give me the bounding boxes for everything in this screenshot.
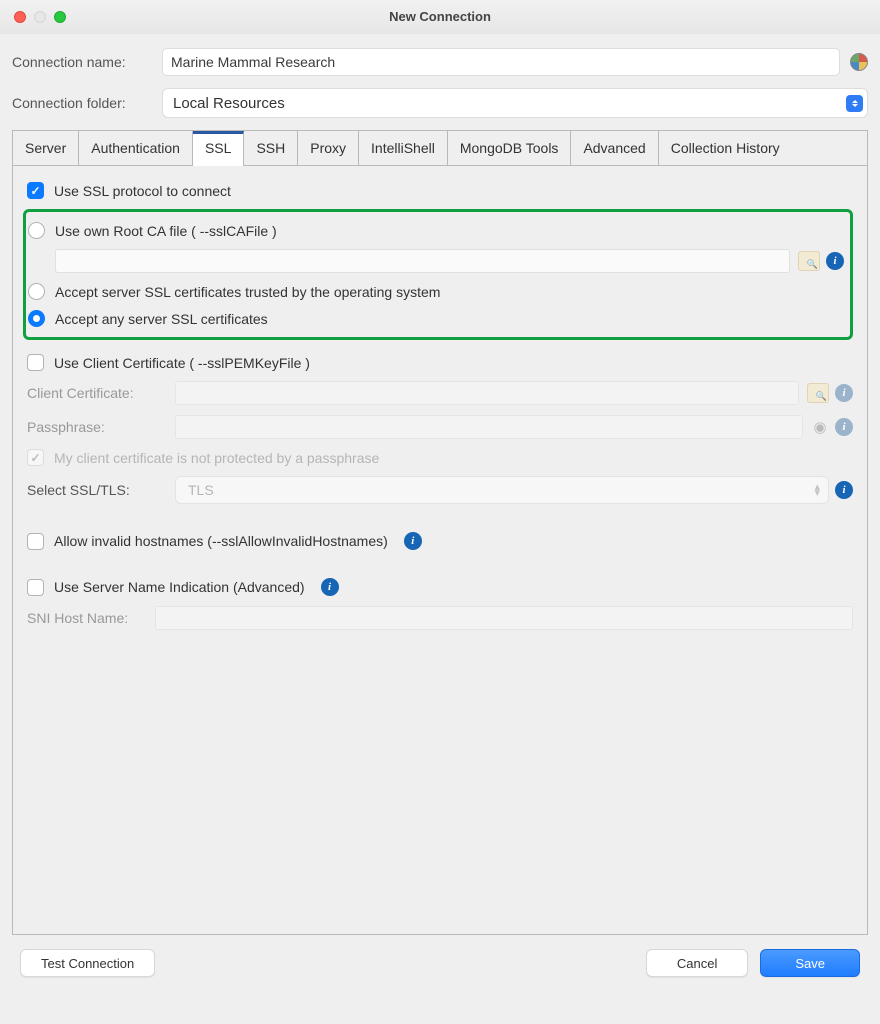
cancel-button[interactable]: Cancel — [646, 949, 748, 977]
save-button[interactable]: Save — [760, 949, 860, 977]
ca-file-input[interactable] — [55, 249, 790, 273]
connection-folder-value: Local Resources — [173, 95, 285, 112]
use-sni-label: Use Server Name Indication (Advanced) — [54, 579, 305, 595]
tab-ssl[interactable]: SSL — [193, 131, 244, 165]
tls-select-value: TLS — [188, 482, 214, 498]
no-passphrase-label: My client certificate is not protected b… — [54, 450, 379, 466]
connection-folder-select[interactable]: Local Resources — [162, 88, 868, 118]
zoom-window-icon[interactable] — [54, 11, 66, 23]
tab-server[interactable]: Server — [13, 131, 79, 165]
info-icon: i — [835, 418, 853, 436]
window-title: New Connection — [0, 9, 880, 24]
radio-os-trusted-label: Accept server SSL certificates trusted b… — [55, 284, 440, 300]
passphrase-input — [175, 415, 803, 439]
select-tls-label: Select SSL/TLS: — [27, 482, 175, 498]
use-client-cert-checkbox[interactable] — [27, 354, 44, 371]
use-client-cert-label: Use Client Certificate ( --sslPEMKeyFile… — [54, 355, 310, 371]
connection-name-label: Connection name: — [12, 54, 162, 70]
tls-select: TLS ▴▾ — [175, 476, 829, 504]
use-ssl-checkbox[interactable] — [27, 182, 44, 199]
client-cert-input — [175, 381, 799, 405]
ssl-panel: Use SSL protocol to connect Use own Root… — [12, 165, 868, 935]
color-picker-icon[interactable] — [850, 53, 868, 71]
no-passphrase-checkbox — [27, 449, 44, 466]
test-connection-button[interactable]: Test Connection — [20, 949, 155, 977]
sni-host-input — [155, 606, 853, 630]
use-ssl-label: Use SSL protocol to connect — [54, 183, 231, 199]
allow-invalid-hostnames-checkbox[interactable] — [27, 533, 44, 550]
info-icon: i — [835, 384, 853, 402]
info-icon[interactable]: i — [321, 578, 339, 596]
browse-ca-file-icon[interactable] — [798, 251, 820, 271]
chevron-updown-icon — [846, 95, 863, 112]
radio-accept-any[interactable] — [28, 310, 45, 327]
info-icon[interactable]: i — [826, 252, 844, 270]
tab-mongodb-tools[interactable]: MongoDB Tools — [448, 131, 572, 165]
sni-host-label: SNI Host Name: — [27, 610, 155, 626]
client-cert-label: Client Certificate: — [27, 385, 175, 401]
connection-folder-label: Connection folder: — [12, 95, 162, 111]
radio-own-ca-label: Use own Root CA file ( --sslCAFile ) — [55, 223, 277, 239]
radio-own-ca[interactable] — [28, 222, 45, 239]
tab-advanced[interactable]: Advanced — [571, 131, 658, 165]
browse-client-cert-icon — [807, 383, 829, 403]
tab-proxy[interactable]: Proxy — [298, 131, 359, 165]
allow-invalid-hostnames-label: Allow invalid hostnames (--sslAllowInval… — [54, 533, 388, 549]
tabs: Server Authentication SSL SSH Proxy Inte… — [12, 130, 868, 165]
info-icon[interactable]: i — [404, 532, 422, 550]
radio-os-trusted[interactable] — [28, 283, 45, 300]
eye-icon: ◉ — [811, 418, 829, 436]
chevron-updown-icon: ▴▾ — [814, 484, 820, 496]
passphrase-label: Passphrase: — [27, 419, 175, 435]
radio-accept-any-label: Accept any server SSL certificates — [55, 311, 268, 327]
tab-collection-history[interactable]: Collection History — [659, 131, 867, 165]
footer: Test Connection Cancel Save — [0, 935, 880, 991]
tab-intellishell[interactable]: IntelliShell — [359, 131, 448, 165]
close-window-icon[interactable] — [14, 11, 26, 23]
info-icon[interactable]: i — [835, 481, 853, 499]
connection-name-input[interactable] — [162, 48, 840, 76]
titlebar: New Connection — [0, 0, 880, 34]
cert-mode-highlight: Use own Root CA file ( --sslCAFile ) i A… — [23, 209, 853, 340]
use-sni-checkbox[interactable] — [27, 579, 44, 596]
tab-ssh[interactable]: SSH — [244, 131, 298, 165]
minimize-window-icon — [34, 11, 46, 23]
tab-authentication[interactable]: Authentication — [79, 131, 193, 165]
